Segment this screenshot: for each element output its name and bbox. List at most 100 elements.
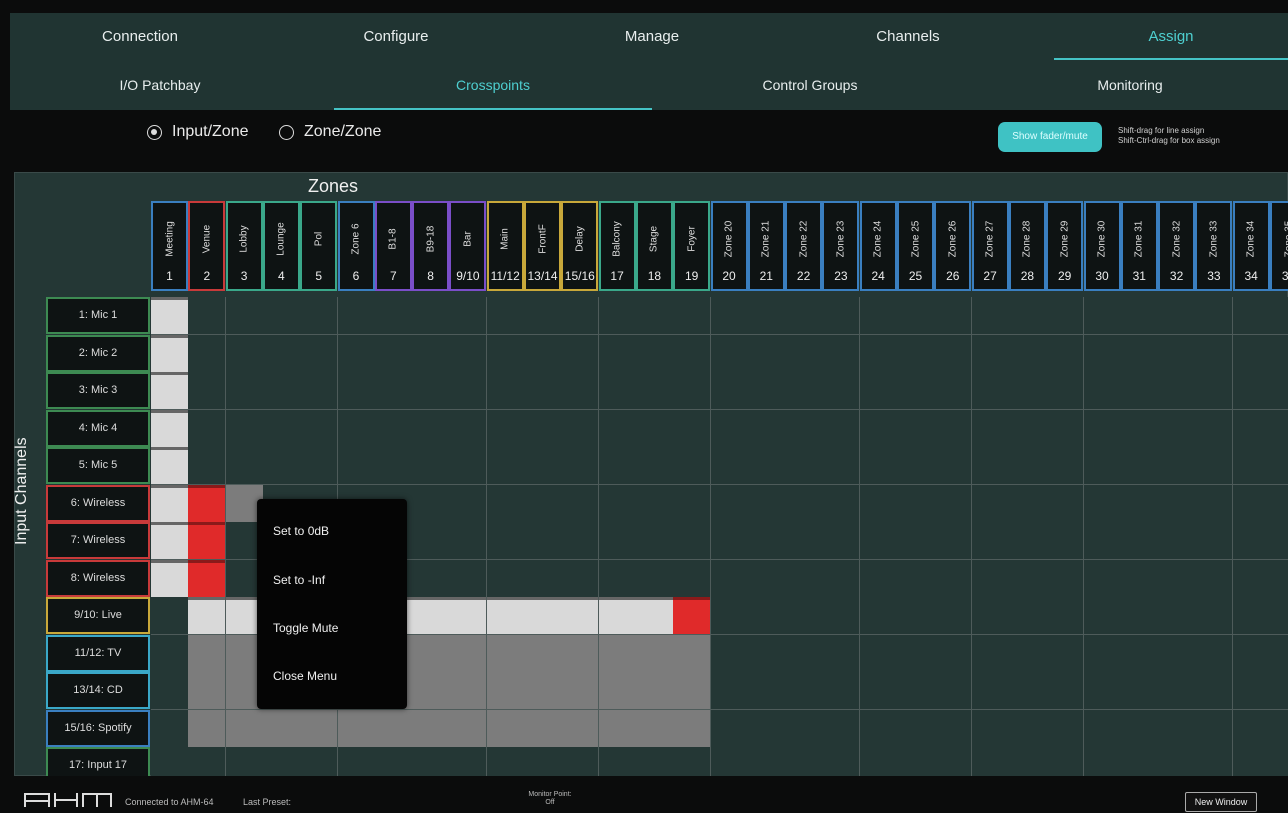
crosspoint-cell[interactable]: [1046, 634, 1085, 673]
crosspoint-cell[interactable]: [262, 447, 301, 485]
crosspoint-cell[interactable]: [710, 334, 749, 373]
zone-header[interactable]: Zone 27 27: [971, 201, 1009, 291]
crosspoint-cell[interactable]: [374, 409, 413, 448]
crosspoint-cell[interactable]: [673, 372, 712, 410]
crosspoint-cell[interactable]: [859, 409, 898, 448]
channel-header[interactable]: 5: Mic 5: [46, 447, 150, 484]
subnav-tab-control-groups[interactable]: Control Groups: [700, 60, 920, 110]
crosspoint-cell[interactable]: [934, 634, 973, 673]
crosspoint-cell[interactable]: [524, 297, 562, 335]
crosspoint-cell[interactable]: [1083, 559, 1122, 598]
crosspoint-cell[interactable]: [598, 559, 637, 598]
crosspoint-cell[interactable]: [1195, 709, 1234, 748]
zone-header[interactable]: Zone 23 23: [822, 201, 860, 291]
crosspoint-cell[interactable]: [598, 709, 637, 748]
zone-header[interactable]: B1-8 7: [374, 201, 412, 291]
crosspoint-cell[interactable]: [1120, 709, 1159, 748]
crosspoint-cell[interactable]: [934, 297, 973, 335]
crosspoint-cell[interactable]: [598, 372, 637, 410]
crosspoint-cell[interactable]: [971, 672, 1010, 710]
crosspoint-cell[interactable]: [971, 372, 1010, 410]
crosspoint-cell[interactable]: [1270, 297, 1288, 335]
crosspoint-cell[interactable]: [225, 297, 264, 335]
crosspoint-cell[interactable]: [673, 484, 712, 523]
crosspoint-cell[interactable]: [635, 522, 674, 560]
crosspoint-cell[interactable]: [747, 297, 786, 335]
crosspoint-cell[interactable]: [449, 409, 488, 448]
crosspoint-cell[interactable]: [412, 447, 451, 485]
crosspoint-cell[interactable]: [1008, 634, 1047, 673]
crosspoint-cell[interactable]: [1083, 522, 1122, 560]
crosspoint-cell[interactable]: [188, 709, 227, 748]
crosspoint-cell[interactable]: [673, 297, 712, 335]
crosspoint-cell[interactable]: [1083, 409, 1122, 448]
crosspoint-cell[interactable]: [1232, 334, 1271, 373]
crosspoint-cell[interactable]: [1008, 522, 1047, 560]
crosspoint-cell[interactable]: [151, 409, 189, 448]
crosspoint-cell[interactable]: [524, 447, 562, 485]
crosspoint-cell[interactable]: [598, 409, 637, 448]
crosspoint-cell[interactable]: [859, 597, 898, 635]
crosspoint-cell[interactable]: [524, 634, 562, 673]
crosspoint-cell[interactable]: [1270, 447, 1288, 485]
zone-header[interactable]: Zone 6 6: [337, 201, 375, 291]
subnav-tab-crosspoints[interactable]: Crosspoints: [334, 60, 652, 110]
crosspoint-cell[interactable]: [1046, 672, 1085, 710]
crosspoint-cell[interactable]: [1120, 634, 1159, 673]
crosspoint-cell[interactable]: [859, 559, 898, 598]
crosspoint-cell[interactable]: [449, 559, 488, 598]
crosspoint-cell[interactable]: [1008, 597, 1047, 635]
crosspoint-cell[interactable]: [785, 334, 824, 373]
menu-item-set-to-inf[interactable]: Set to -Inf: [273, 565, 325, 595]
crosspoint-cell[interactable]: [934, 409, 973, 448]
zone-header[interactable]: Zone 33 33: [1195, 201, 1233, 291]
crosspoint-cell[interactable]: [635, 597, 674, 635]
crosspoint-cell[interactable]: [188, 634, 227, 673]
crosspoint-cell[interactable]: [747, 409, 786, 448]
crosspoint-cell[interactable]: [1232, 672, 1271, 710]
crosspoint-cell[interactable]: [412, 597, 451, 635]
crosspoint-cell[interactable]: [747, 597, 786, 635]
crosspoint-cell[interactable]: [897, 297, 935, 335]
crosspoint-cell[interactable]: [897, 522, 935, 560]
crosspoint-cell[interactable]: [1158, 372, 1197, 410]
channel-header[interactable]: 13/14: CD: [46, 672, 150, 709]
crosspoint-cell[interactable]: [1270, 559, 1288, 598]
zone-header[interactable]: B9-18 8: [412, 201, 450, 291]
crosspoint-cell[interactable]: [1083, 447, 1122, 485]
crosspoint-cell[interactable]: [1083, 597, 1122, 635]
crosspoint-cell[interactable]: [524, 372, 562, 410]
crosspoint-cell[interactable]: [151, 372, 189, 410]
nav-tab-channels[interactable]: Channels: [848, 13, 968, 60]
crosspoint-cell[interactable]: [188, 597, 227, 635]
crosspoint-cell[interactable]: [1270, 597, 1288, 635]
crosspoint-cell[interactable]: [859, 634, 898, 673]
crosspoint-cell[interactable]: [486, 634, 525, 673]
crosspoint-cell[interactable]: [561, 484, 600, 523]
zone-header[interactable]: Zone 20 20: [710, 201, 748, 291]
crosspoint-cell[interactable]: [449, 709, 488, 748]
crosspoint-cell[interactable]: [971, 409, 1010, 448]
crosspoint-cell[interactable]: [486, 709, 525, 748]
crosspoint-cell[interactable]: [561, 372, 600, 410]
crosspoint-cell[interactable]: [635, 409, 674, 448]
zone-header[interactable]: Foyer 19: [673, 201, 711, 291]
crosspoint-cell[interactable]: [822, 634, 861, 673]
crosspoint-cell[interactable]: [225, 409, 264, 448]
crosspoint-cell[interactable]: [374, 709, 413, 748]
crosspoint-cell[interactable]: [785, 297, 824, 335]
crosspoint-cell[interactable]: [1046, 372, 1085, 410]
crosspoint-cell[interactable]: [337, 447, 376, 485]
crosspoint-cell[interactable]: [710, 672, 749, 710]
show-fader-mute-button[interactable]: Show fader/mute: [998, 122, 1102, 152]
crosspoint-cell[interactable]: [486, 447, 525, 485]
crosspoint-cell[interactable]: [598, 297, 637, 335]
crosspoint-cell[interactable]: [524, 522, 562, 560]
crosspoint-cell[interactable]: [1195, 672, 1234, 710]
crosspoint-cell[interactable]: [897, 447, 935, 485]
crosspoint-cell[interactable]: [1158, 709, 1197, 748]
crosspoint-cell[interactable]: [971, 484, 1010, 523]
crosspoint-cell[interactable]: [561, 709, 600, 748]
crosspoint-cell[interactable]: [598, 672, 637, 710]
zone-header[interactable]: Meeting 1: [151, 201, 188, 291]
